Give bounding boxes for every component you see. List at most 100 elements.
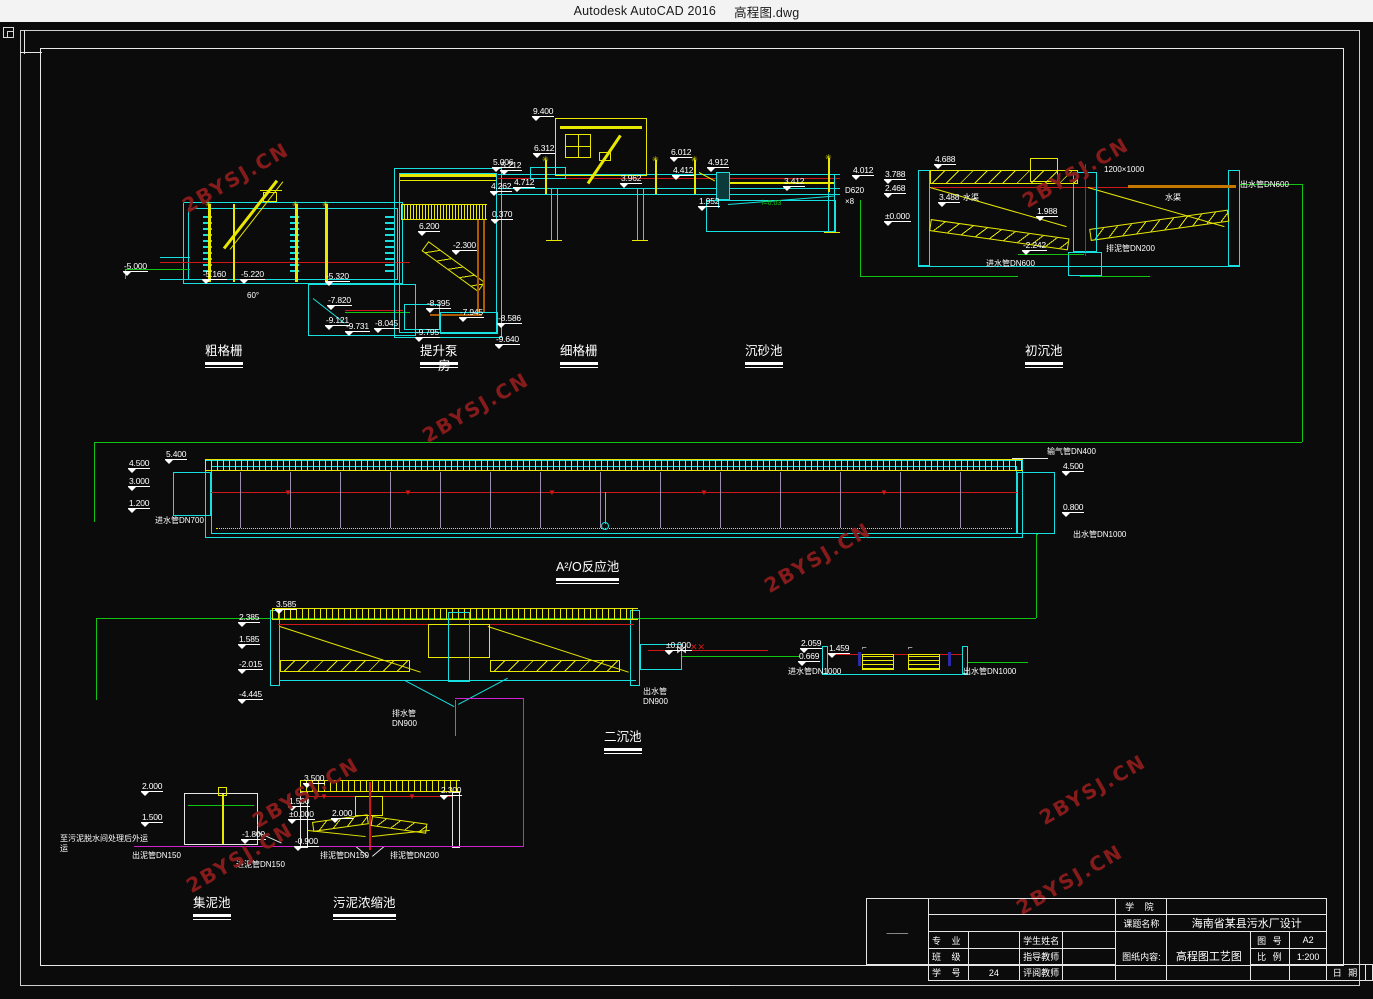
airline-leader xyxy=(1012,458,1048,459)
sludge-return-line xyxy=(455,698,523,699)
elevation-value: ±0.000 xyxy=(288,809,315,820)
elevation-tag: 3.585 xyxy=(275,599,298,614)
elevation-value: -2.242 xyxy=(1022,240,1047,251)
grit-post-2 xyxy=(694,160,696,194)
title-block-label-student: 学生姓名 xyxy=(1019,931,1064,949)
elevation-tag: -9.731 xyxy=(345,322,370,336)
reactor-level-marker-1: ▼ xyxy=(284,488,292,497)
pump-riser-1 xyxy=(477,220,479,312)
fine-screen-crane-beam xyxy=(560,126,642,129)
secondary-clarifier-shaft xyxy=(448,612,470,682)
elevation-marker-icon xyxy=(533,154,541,158)
elevation-marker-icon xyxy=(1036,217,1044,221)
title-block-blank-top xyxy=(927,898,1117,915)
elevation-value: -9.731 xyxy=(345,321,370,332)
reactor-baffle-3 xyxy=(340,472,341,528)
elevation-tag: 3.788 xyxy=(884,170,907,184)
elevation-tag: 2.000 xyxy=(331,809,354,823)
elevation-value: -5.000 xyxy=(123,261,148,272)
elevation-tag: 2.468 xyxy=(884,183,907,198)
grit-to-clarifier-run xyxy=(860,276,1018,277)
elevation-marker-icon xyxy=(828,654,836,658)
elevation-marker-icon xyxy=(698,207,706,211)
elevation-marker-icon xyxy=(884,194,892,198)
title-block-value-topic: 海南省某县污水厂设计 xyxy=(1166,914,1327,932)
filter-valve-1: ⌐ xyxy=(862,643,867,652)
elevation-tag: -8.045 xyxy=(374,319,399,333)
annotation-text: DN900 xyxy=(392,719,417,728)
fine-screen-rake-head xyxy=(599,152,611,161)
elevation-marker-icon xyxy=(934,165,942,169)
title-block-label-topic: 课题名称 xyxy=(1115,914,1168,932)
elevation-marker-icon xyxy=(288,820,296,824)
reactor-baffle-5 xyxy=(440,472,441,528)
section-caption-label: 细格栅 xyxy=(560,344,598,358)
elevation-value: -2.300 xyxy=(452,240,477,251)
elevation-value: 4.262 xyxy=(490,181,513,192)
caption-underline-thin xyxy=(560,367,598,368)
caption-underline-thick xyxy=(333,914,396,917)
reactor-baffle-2 xyxy=(290,472,291,528)
title-block-label-major: 专 业 xyxy=(927,931,969,949)
secondary-clarifier-left-wall xyxy=(270,610,280,686)
filter-unit-floor xyxy=(822,674,968,675)
elevation-value: 2.059 xyxy=(800,638,823,649)
caption-underline-thin xyxy=(1025,367,1063,368)
elevation-value: -9.640 xyxy=(495,334,520,345)
elevation-value: 3.585 xyxy=(275,599,298,610)
secondary-outlet-pipe xyxy=(682,656,800,657)
window-title-bar: Autodesk AutoCAD 2016 高程图.dwg xyxy=(0,0,1373,22)
reactor-water-level xyxy=(211,492,1017,493)
elevation-marker-icon xyxy=(418,232,426,236)
pump-riser-2 xyxy=(483,220,485,312)
annotation-text: 出水管DN600 xyxy=(1240,180,1289,189)
elevation-marker-icon xyxy=(884,222,892,226)
section-caption-label: 房 xyxy=(438,359,451,373)
elevation-marker-icon xyxy=(294,847,302,851)
title-block-label-drawing-no: 图 号 xyxy=(1250,931,1291,949)
drawing-canvas[interactable]: ✳ ✳ ✳ ✳ ✳ ✳ i=0.03 ✳ ▼ ▼ ▼ ▼ ▼ ⋈ ✕✕ ⌐ ⌐ … xyxy=(0,22,1373,999)
elevation-marker-icon xyxy=(123,272,131,276)
sludge-pit-mixer-shaft xyxy=(222,794,224,844)
file-name: 高程图.dwg xyxy=(734,5,800,20)
elevation-marker-icon xyxy=(141,792,149,796)
reactor-baffle-11 xyxy=(780,472,781,528)
grit-outlet-top xyxy=(730,182,834,184)
secondary-sludge-riser xyxy=(455,700,456,736)
elevation-tag: 1.585 xyxy=(238,635,261,649)
elevation-marker-icon xyxy=(440,796,448,800)
secondary-clarifier-scraper-l xyxy=(280,660,410,672)
elevation-tag: 6.312 xyxy=(533,144,556,158)
frame-bottom-tick xyxy=(600,985,730,986)
elevation-value: 4.712 xyxy=(513,177,536,188)
elevation-tag: 3.500 xyxy=(303,774,326,788)
grit-post-marker-1: ✳ xyxy=(652,155,659,164)
elevation-marker-icon xyxy=(241,840,249,844)
ucs-icon xyxy=(3,27,14,38)
elevation-value: 6.012 xyxy=(670,147,693,158)
elevation-marker-icon xyxy=(938,203,946,207)
annotation-text: 出水管 xyxy=(643,687,667,696)
caption-underline-thin xyxy=(745,367,783,368)
frame-corner-line-v xyxy=(24,30,25,54)
annotation-text: DN900 xyxy=(643,697,668,706)
section-caption: 沉砂池 xyxy=(745,340,783,368)
elevation-marker-icon xyxy=(459,318,467,322)
thickener-right-wall xyxy=(452,792,460,848)
elevation-tag: 4.688 xyxy=(934,155,957,169)
caption-underline-thin xyxy=(604,753,642,754)
elevation-marker-icon xyxy=(331,819,339,823)
title-block-label-studentno: 学 号 xyxy=(927,964,969,981)
elevation-value: 4.500 xyxy=(128,458,151,469)
grit-post-marker-3: ✳ xyxy=(825,153,832,162)
elevation-value: 4.912 xyxy=(707,157,730,168)
title-block-content-pad2 xyxy=(1289,964,1327,981)
elevation-marker-icon xyxy=(492,168,500,172)
elevation-value: -5.320 xyxy=(325,271,350,282)
elevation-tag: 3.488 xyxy=(938,193,961,207)
title-block-value-studentno: 24 xyxy=(967,964,1021,981)
elevation-tag: -2.300 xyxy=(452,241,477,255)
elevation-value: 2.468 xyxy=(884,183,907,194)
elevation-marker-icon xyxy=(1022,251,1030,255)
section-caption-label: 污泥浓缩池 xyxy=(333,896,396,910)
